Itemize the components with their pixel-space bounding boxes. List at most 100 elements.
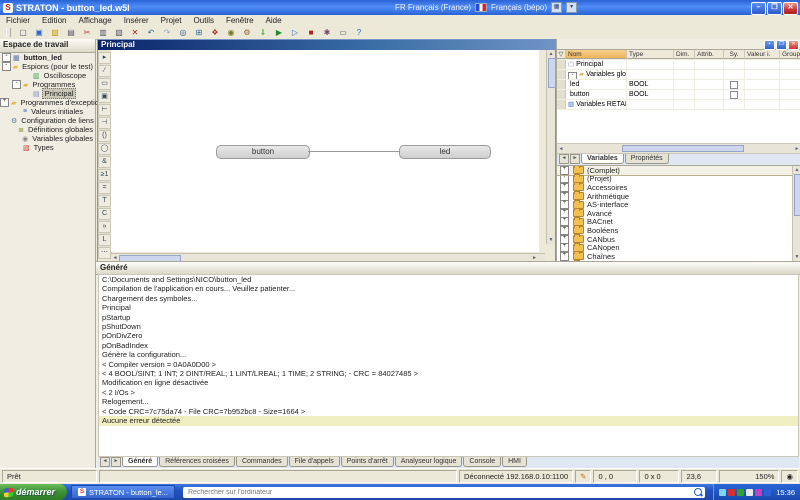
pin-icon[interactable]: ▪: [764, 40, 775, 50]
tab-scroll-left-icon[interactable]: ◄: [100, 457, 110, 467]
restore-button[interactable]: ❐: [767, 2, 782, 15]
fbd-tool-button[interactable]: ▸: [98, 52, 111, 64]
column-header-dim[interactable]: Dim.: [674, 50, 695, 59]
output-tab[interactable]: File d'appels: [289, 457, 340, 467]
tray-icon-3[interactable]: [737, 489, 744, 496]
output-tab[interactable]: Commandes: [236, 457, 288, 467]
tray-icon-1[interactable]: [719, 489, 726, 496]
tray-icon-4[interactable]: [746, 489, 753, 496]
maximize-panel-icon[interactable]: ❐: [776, 40, 787, 50]
column-header-valeur[interactable]: Valeur i.: [745, 50, 780, 59]
output-tab[interactable]: Points d'arrêt: [341, 457, 394, 467]
editor-vertical-scrollbar[interactable]: ▲ ▼: [546, 50, 555, 244]
fbd-wire[interactable]: [308, 151, 399, 152]
fbd-tool-button[interactable]: &: [98, 156, 111, 168]
close-panel-icon[interactable]: ✕: [788, 40, 799, 50]
output-tab[interactable]: HMI: [502, 457, 527, 467]
block-category-row[interactable]: + (Complet): [557, 166, 800, 175]
input-language-label[interactable]: FR Français (France): [395, 3, 471, 12]
variables-panel-tab[interactable]: Propriétés: [625, 154, 669, 164]
fbd-tool-button[interactable]: ▭: [98, 78, 111, 90]
fbd-tool-button[interactable]: =: [98, 182, 111, 194]
tree-expander[interactable]: -: [12, 80, 21, 89]
block-category-row[interactable]: + (Projet): [557, 175, 800, 184]
output-tab[interactable]: Analyseur logique: [395, 457, 463, 467]
block-category-row[interactable]: + Chaînes: [557, 252, 800, 261]
symbol-checkbox[interactable]: [730, 91, 738, 99]
fbd-tool-button[interactable]: ≥1: [98, 169, 111, 181]
tree-item[interactable]: - ▦ button_led: [0, 53, 95, 62]
output-tab[interactable]: Références croisées: [159, 457, 235, 467]
language-bar[interactable]: FR Français (France) Français (bépo) ▦ ▾: [395, 1, 577, 14]
toolbar-grip[interactable]: [6, 28, 11, 37]
help-icon[interactable]: ?: [352, 26, 366, 39]
block-category-row[interactable]: + CANopen: [557, 243, 800, 252]
cut-icon[interactable]: ✂: [80, 26, 94, 39]
taskbar-search-box[interactable]: [183, 487, 705, 498]
column-header-type[interactable]: Type: [627, 50, 674, 59]
block-category-row[interactable]: + Avancé: [557, 209, 800, 218]
simulate-icon[interactable]: ▶: [272, 26, 286, 39]
new-icon[interactable]: ▢: [16, 26, 30, 39]
tree-expander[interactable]: -: [2, 53, 11, 62]
tray-icon-5[interactable]: [755, 489, 762, 496]
fbd-tool-button[interactable]: »: [98, 221, 111, 233]
fbd-canvas[interactable]: button led: [111, 50, 539, 252]
block-category-row[interactable]: + Booléens: [557, 226, 800, 235]
menu-item[interactable]: Fichier: [0, 16, 36, 25]
save-icon[interactable]: ▣: [32, 26, 46, 39]
minimize-button[interactable]: –: [751, 2, 766, 15]
blocks-icon[interactable]: ❖: [208, 26, 222, 39]
tree-item[interactable]: ▧ Types: [0, 143, 95, 152]
fbd-tool-button[interactable]: ◯: [98, 143, 111, 155]
tree-expander[interactable]: -: [2, 62, 11, 71]
tree-item[interactable]: ◉ Variables globales: [0, 134, 95, 143]
symbol-checkbox[interactable]: [730, 81, 738, 89]
menu-item[interactable]: Fenêtre: [220, 16, 260, 25]
build-icon[interactable]: ⚙: [240, 26, 254, 39]
fbd-tool-button[interactable]: ∕: [98, 65, 111, 77]
block-category-row[interactable]: + Arithmétique: [557, 192, 800, 201]
fbd-tool-button[interactable]: (): [98, 130, 111, 142]
tray-icon-6[interactable]: [764, 489, 771, 496]
output-tab[interactable]: Console: [463, 457, 501, 467]
fbd-tool-button[interactable]: ⊢: [98, 104, 111, 116]
find-icon[interactable]: ◎: [176, 26, 190, 39]
block-list-scrollbar[interactable]: ▲ ▼: [792, 166, 800, 261]
menu-item[interactable]: Edition: [36, 16, 72, 25]
fbd-block-led[interactable]: led: [399, 145, 491, 159]
column-header-sy[interactable]: Sy.: [724, 50, 745, 59]
tree-item[interactable]: ≡ Valeurs initiales: [0, 107, 95, 116]
keyboard-layout-label[interactable]: Français (bépo): [491, 3, 547, 12]
tree-item[interactable]: ⚙ Configuration de liens: [0, 116, 95, 125]
grid-horizontal-scrollbar[interactable]: ◄►: [557, 144, 800, 154]
block-category-row[interactable]: + CANbus: [557, 235, 800, 244]
tab-scroll-right-icon[interactable]: ►: [111, 457, 121, 467]
paste-icon[interactable]: ▧: [112, 26, 126, 39]
spy-icon[interactable]: ◉: [224, 26, 238, 39]
menu-item[interactable]: Outils: [188, 16, 220, 25]
menu-item[interactable]: Aide: [260, 16, 288, 25]
language-bar-options-icon[interactable]: ▾: [566, 2, 577, 13]
variable-row[interactable]: ▢Principal: [557, 60, 800, 70]
title-bar[interactable]: S STRATON - button_led.w5l FR Français (…: [0, 0, 800, 15]
download-icon[interactable]: ⇓: [256, 26, 270, 39]
close-button[interactable]: ✕: [783, 2, 798, 15]
tab-scroll-left-icon[interactable]: ◄: [559, 154, 569, 164]
grid-icon[interactable]: ⊞: [192, 26, 206, 39]
stop-icon[interactable]: ■: [304, 26, 318, 39]
output-tab[interactable]: Généré: [122, 457, 158, 467]
open-icon[interactable]: ▨: [48, 26, 62, 39]
options-icon[interactable]: ✱: [320, 26, 334, 39]
search-input[interactable]: [186, 488, 694, 497]
fbd-tool-button[interactable]: T: [98, 195, 111, 207]
taskbar-app-button[interactable]: S STRATON - button_le...: [71, 485, 175, 499]
copy-icon[interactable]: ▥: [96, 26, 110, 39]
variable-row[interactable]: led BOOL: [557, 80, 800, 90]
fbd-tool-button[interactable]: C: [98, 208, 111, 220]
language-bar-help-icon[interactable]: ▦: [551, 2, 562, 13]
fbd-tool-button[interactable]: ⋯: [98, 247, 111, 259]
fbd-tool-button[interactable]: ⊣: [98, 117, 111, 129]
monitor-icon[interactable]: ▭: [336, 26, 350, 39]
block-category-row[interactable]: + BACnet: [557, 218, 800, 227]
